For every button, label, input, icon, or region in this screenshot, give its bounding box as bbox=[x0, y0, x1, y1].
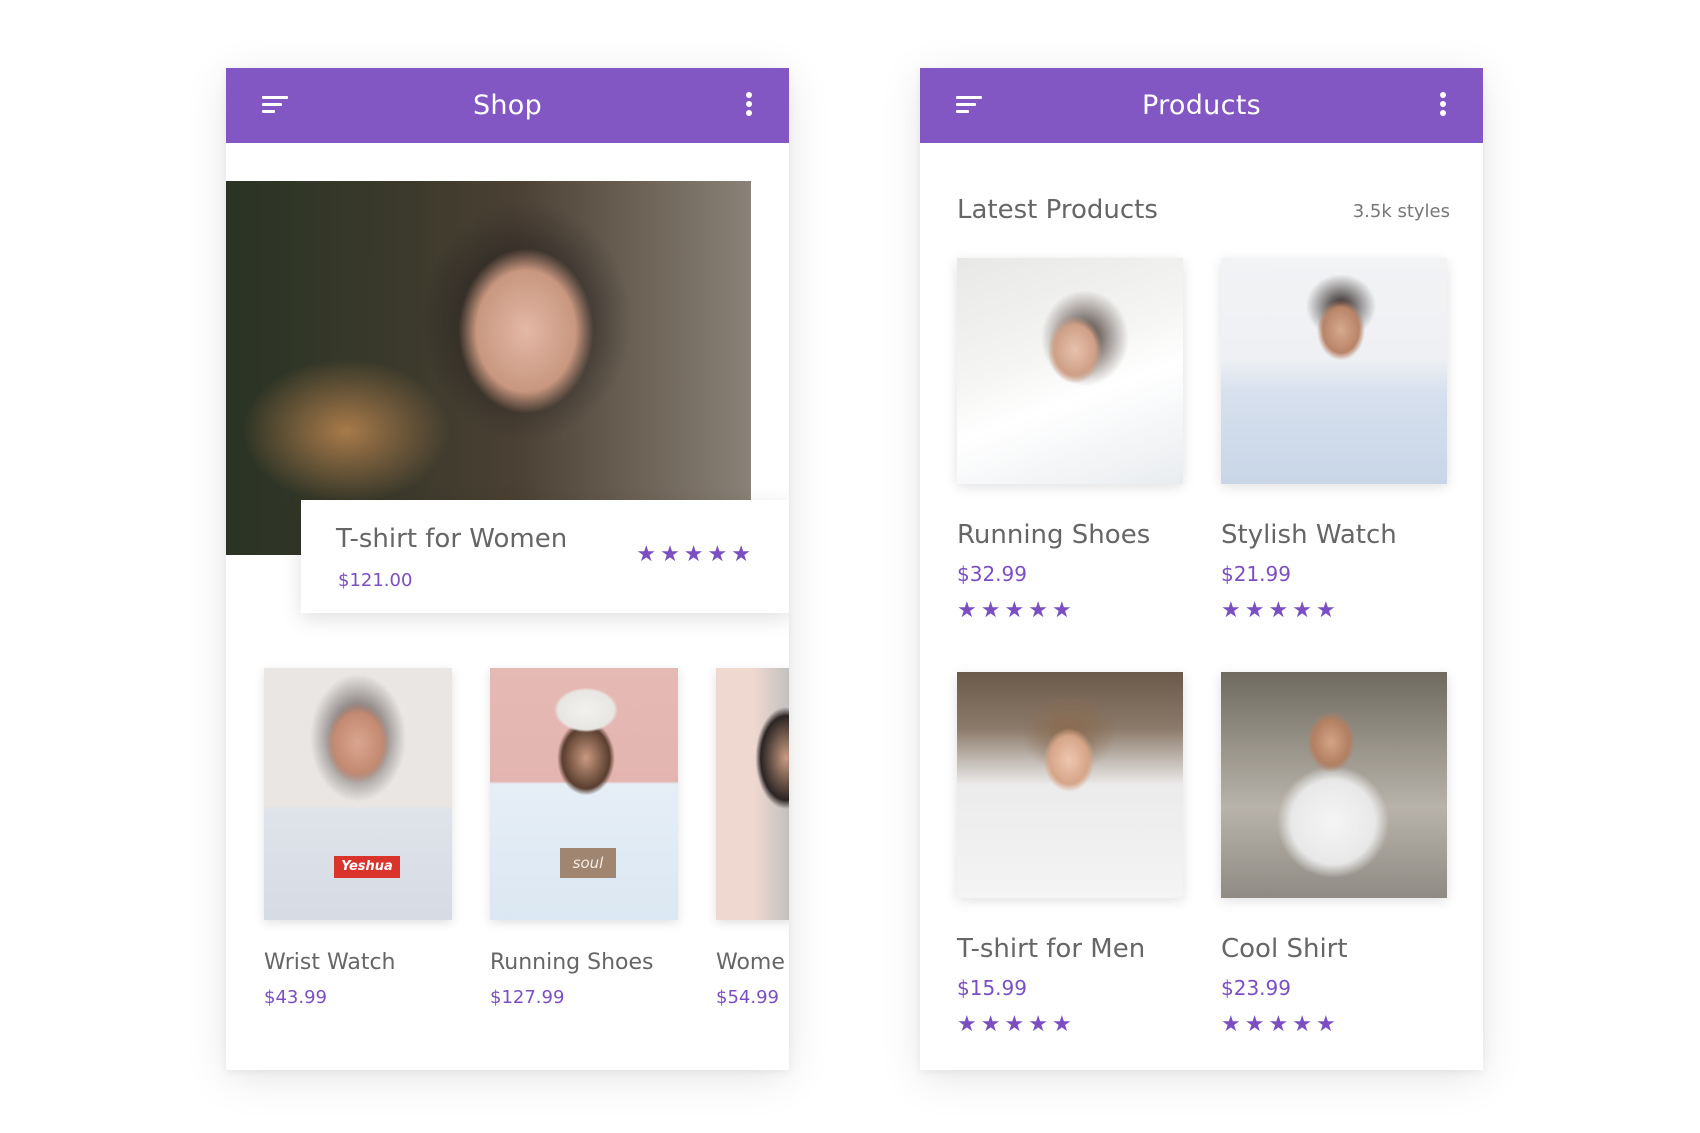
featured-product-price: $121.00 bbox=[338, 570, 413, 591]
star-icon: ★ bbox=[957, 598, 977, 623]
star-icon: ★ bbox=[1268, 598, 1289, 623]
rating-stars: ★ ★ ★ ★ ★ bbox=[1221, 600, 1447, 622]
product-card[interactable]: Running Shoes $32.99 ★ ★ ★ ★ ★ bbox=[957, 258, 1183, 622]
product-image[interactable] bbox=[1221, 672, 1447, 898]
product-price: $21.99 bbox=[1221, 562, 1291, 586]
menu-lines-icon[interactable] bbox=[956, 96, 986, 116]
product-price: $54.99 bbox=[716, 987, 779, 1008]
product-card[interactable]: soul Running Shoes $127.99 bbox=[490, 668, 678, 1008]
product-image[interactable] bbox=[1221, 258, 1447, 484]
featured-product-title: T-shirt for Women bbox=[336, 524, 568, 554]
star-icon: ★ bbox=[1244, 1012, 1265, 1037]
star-icon: ★ bbox=[1221, 1012, 1241, 1037]
product-card[interactable]: Wome $54.99 bbox=[716, 668, 789, 1008]
more-vertical-icon[interactable] bbox=[745, 92, 753, 120]
star-icon: ★ bbox=[1315, 1012, 1336, 1037]
product-card[interactable]: Yeshua Wrist Watch $43.99 bbox=[264, 668, 452, 1008]
product-card[interactable]: Stylish Watch $21.99 ★ ★ ★ ★ ★ bbox=[1221, 258, 1447, 622]
shop-screen: Shop T-shirt for Women $121.00 ★ ★ ★ ★ ★… bbox=[226, 68, 789, 1070]
product-card[interactable]: T-shirt for Men $15.99 ★ ★ ★ ★ ★ bbox=[957, 672, 1183, 1036]
product-title: Wome bbox=[716, 950, 785, 975]
product-title: Cool Shirt bbox=[1221, 934, 1348, 964]
star-icon: ★ bbox=[683, 542, 704, 567]
star-icon: ★ bbox=[1292, 598, 1312, 623]
section-title: Latest Products bbox=[957, 195, 1158, 225]
product-title: T-shirt for Men bbox=[957, 934, 1146, 964]
product-title: Running Shoes bbox=[490, 950, 654, 975]
star-icon: ★ bbox=[1028, 1012, 1048, 1037]
star-icon: ★ bbox=[1268, 1012, 1289, 1037]
product-image[interactable] bbox=[957, 258, 1183, 484]
shop-app-bar: Shop bbox=[226, 68, 789, 143]
star-icon: ★ bbox=[731, 542, 751, 567]
tshirt-print: Yeshua bbox=[334, 856, 400, 878]
star-icon: ★ bbox=[707, 542, 728, 567]
product-price: $43.99 bbox=[264, 987, 327, 1008]
product-image[interactable]: soul bbox=[490, 668, 678, 920]
star-icon: ★ bbox=[1244, 598, 1265, 623]
product-price: $32.99 bbox=[957, 562, 1027, 586]
star-icon: ★ bbox=[1051, 1012, 1072, 1037]
products-screen: Products Latest Products 3.5k styles Run… bbox=[920, 68, 1483, 1070]
product-image[interactable] bbox=[957, 672, 1183, 898]
star-icon: ★ bbox=[1051, 598, 1072, 623]
featured-product-card[interactable]: T-shirt for Women $121.00 ★ ★ ★ ★ ★ bbox=[301, 500, 789, 613]
product-title: Running Shoes bbox=[957, 520, 1151, 550]
star-icon: ★ bbox=[1292, 1012, 1312, 1037]
product-title: Wrist Watch bbox=[264, 950, 396, 975]
product-title: Stylish Watch bbox=[1221, 520, 1397, 550]
star-icon: ★ bbox=[1315, 598, 1336, 623]
star-icon: ★ bbox=[1004, 1012, 1025, 1037]
product-image[interactable]: Yeshua bbox=[264, 668, 452, 920]
star-icon: ★ bbox=[636, 542, 657, 567]
page-title: Products bbox=[1142, 90, 1261, 121]
hoodie-print: soul bbox=[560, 848, 616, 878]
rating-stars: ★ ★ ★ ★ ★ bbox=[1221, 1014, 1447, 1036]
product-card[interactable]: Cool Shirt $23.99 ★ ★ ★ ★ ★ bbox=[1221, 672, 1447, 1036]
star-icon: ★ bbox=[980, 1012, 1001, 1037]
star-icon: ★ bbox=[660, 542, 680, 567]
product-price: $15.99 bbox=[957, 976, 1027, 1000]
featured-product-image[interactable] bbox=[226, 181, 751, 555]
rating-stars: ★ ★ ★ ★ ★ bbox=[957, 1014, 1183, 1036]
star-icon: ★ bbox=[1221, 598, 1241, 623]
product-image[interactable] bbox=[716, 668, 789, 920]
products-app-bar: Products bbox=[920, 68, 1483, 143]
page-title: Shop bbox=[472, 90, 543, 121]
rating-stars: ★ ★ ★ ★ ★ bbox=[636, 544, 755, 566]
star-icon: ★ bbox=[1028, 598, 1048, 623]
product-price: $127.99 bbox=[490, 987, 565, 1008]
star-icon: ★ bbox=[1004, 598, 1025, 623]
product-carousel[interactable]: Yeshua Wrist Watch $43.99 soul Running S… bbox=[264, 668, 789, 1028]
rating-stars: ★ ★ ★ ★ ★ bbox=[957, 600, 1183, 622]
menu-lines-icon[interactable] bbox=[262, 96, 292, 116]
styles-count[interactable]: 3.5k styles bbox=[1353, 201, 1450, 222]
more-vertical-icon[interactable] bbox=[1439, 92, 1447, 120]
star-icon: ★ bbox=[980, 598, 1001, 623]
product-price: $23.99 bbox=[1221, 976, 1291, 1000]
star-icon: ★ bbox=[957, 1012, 977, 1037]
